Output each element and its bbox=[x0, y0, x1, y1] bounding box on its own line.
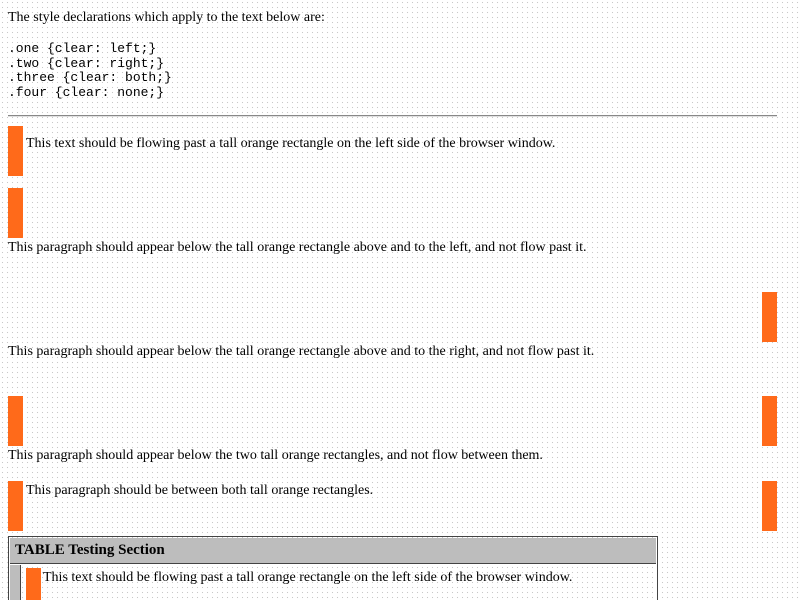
table-header-row: TABLE Testing Section bbox=[10, 538, 656, 564]
paragraph-clear-none: This paragraph should be between both ta… bbox=[26, 483, 374, 498]
orange-rectangle-left-2 bbox=[8, 188, 23, 238]
code-line-two: .two {clear: right;} bbox=[8, 55, 165, 71]
code-line-four: .four {clear: none;} bbox=[8, 84, 165, 100]
intro-text: The style declarations which apply to th… bbox=[8, 10, 325, 25]
style-declarations-code: .one {clear: left;} .two {clear: right;}.… bbox=[8, 41, 172, 100]
code-line-one: .one {clear: left;} bbox=[8, 41, 157, 56]
paragraph-clear-both: This paragraph should appear below the t… bbox=[8, 448, 543, 463]
code-line-three: .three {clear: both;} bbox=[8, 70, 172, 85]
orange-rectangle-right-3 bbox=[762, 481, 777, 531]
orange-rectangle-left-3 bbox=[8, 396, 23, 446]
orange-rectangle-left-1 bbox=[8, 126, 23, 176]
test-page: The style declarations which apply to th… bbox=[0, 0, 800, 600]
paragraph-flow-left: This text should be flowing past a tall … bbox=[26, 136, 556, 151]
horizontal-rule bbox=[8, 115, 777, 117]
paragraph-clear-right: This paragraph should appear below the t… bbox=[8, 344, 595, 359]
table-paragraph-flow-left: This text should be flowing past a tall … bbox=[43, 570, 573, 585]
orange-rectangle-table-left bbox=[26, 568, 41, 600]
table-left-cell bbox=[10, 565, 21, 600]
paragraph-clear-left: This paragraph should appear below the t… bbox=[8, 240, 587, 255]
table-testing-section: TABLE Testing Section This text should b… bbox=[8, 536, 658, 600]
table-header-label: TABLE Testing Section bbox=[15, 542, 165, 558]
orange-rectangle-right-1 bbox=[762, 292, 777, 342]
orange-rectangle-right-2 bbox=[762, 396, 777, 446]
orange-rectangle-left-4 bbox=[8, 481, 23, 531]
